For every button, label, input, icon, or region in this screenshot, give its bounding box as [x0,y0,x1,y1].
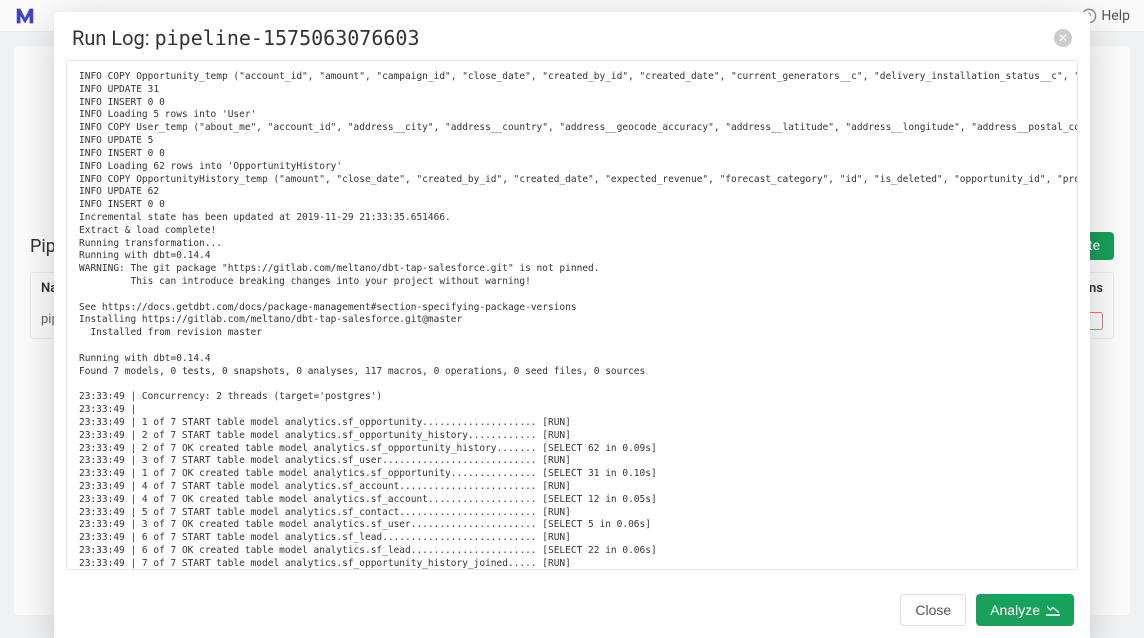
modal-title: Run Log: pipeline-1575063076603 [72,26,419,50]
close-icon[interactable]: ✕ [1054,29,1072,47]
chart-icon [1046,604,1060,616]
modal-title-id: pipeline-1575063076603 [155,26,420,50]
modal-footer: Close Analyze [54,582,1090,638]
close-button[interactable]: Close [900,594,966,626]
modal-body[interactable]: INFO COPY Opportunity_temp ("account_id"… [66,60,1078,570]
modal-header: Run Log: pipeline-1575063076603 ✕ [54,12,1090,60]
modal-title-prefix: Run Log: [72,26,155,50]
run-log-modal: Run Log: pipeline-1575063076603 ✕ INFO C… [54,12,1090,638]
analyze-label: Analyze [990,602,1040,618]
modal-backdrop: Run Log: pipeline-1575063076603 ✕ INFO C… [0,0,1144,638]
analyze-button[interactable]: Analyze [976,594,1074,626]
log-output: INFO COPY Opportunity_temp ("account_id"… [79,71,1065,570]
